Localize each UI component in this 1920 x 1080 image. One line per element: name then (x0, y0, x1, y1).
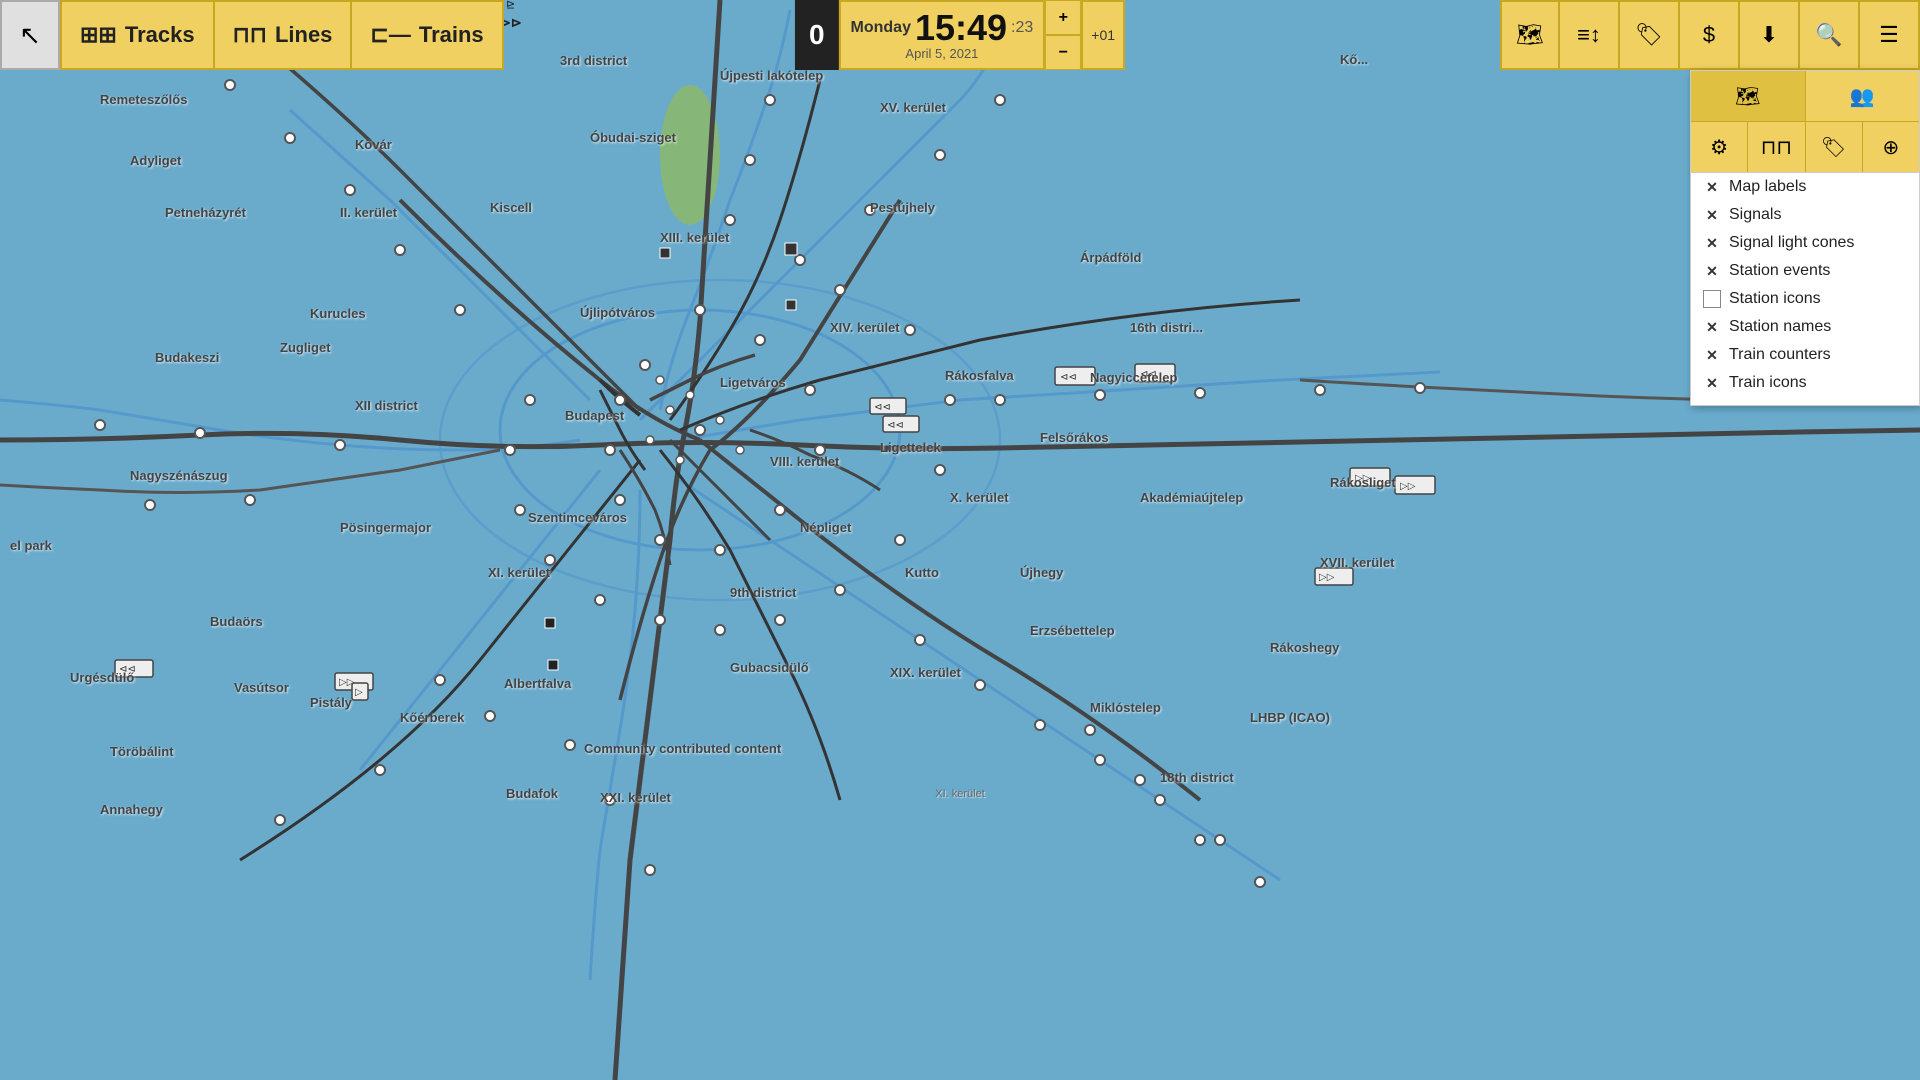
lines-label: Lines (275, 22, 332, 48)
panel-item-0[interactable]: Map labels (1691, 173, 1919, 201)
panel-signal-button[interactable]: ⚙ (1691, 122, 1748, 172)
panel-item-label-0: Map labels (1729, 178, 1806, 196)
panel-item-label-1: Signals (1729, 206, 1781, 224)
cursor-button[interactable]: ↖ (0, 0, 60, 70)
speed-value: 0 (809, 19, 825, 51)
trains-button[interactable]: ⊏— Trains (352, 0, 503, 70)
panel-people-icon: 👥 (1850, 84, 1875, 109)
speed-modifier: +01 (1081, 0, 1125, 70)
map-view-button[interactable]: 🗺 (1500, 0, 1560, 70)
speed-mod-value: +01 (1091, 27, 1115, 43)
search-button[interactable]: 🔍 (1800, 0, 1860, 70)
panel-people-button[interactable]: 👥 (1806, 71, 1920, 121)
sort-icon: ≡↕ (1577, 22, 1601, 48)
dropdown-panel: 🗺 👥 ⚙ ⊓⊓ 🏷 ⊕ Map labels Signals Signal lig… (1690, 70, 1920, 406)
panel-train-icon2: ⊓⊓ (1761, 135, 1792, 160)
map-container[interactable]: ⊲⊲ ⊲⊲ ⊲⊲ ⊲⊲ ▷▷ ▷▷ ⊲⊲ ▷▷ (0, 0, 1920, 1080)
panel-item-label-3: Station events (1729, 262, 1830, 280)
cursor-icon: ↖ (19, 20, 41, 51)
panel-item-label-2: Signal light cones (1729, 234, 1854, 252)
panel-item-4[interactable]: Station icons (1691, 285, 1919, 313)
time-display: 15:49 (915, 10, 1007, 46)
menu-icon: ☰ (1879, 22, 1899, 48)
panel-station-icon2: ⊕ (1882, 135, 1899, 160)
speed-indicator: 0 (795, 0, 839, 70)
panel-tag-icon: 🏷 (1821, 135, 1846, 160)
download-button[interactable]: ⬇ (1740, 0, 1800, 70)
panel-item-label-6: Train counters (1729, 346, 1831, 364)
lines-button[interactable]: ⊓⊓ Lines (215, 0, 353, 70)
finance-button[interactable]: $ (1680, 0, 1740, 70)
day-name: Monday (851, 19, 911, 37)
toolbar-left: ↖ ⊞⊞ Tracks ⊓⊓ Lines ⊏— Trains (0, 0, 504, 70)
panel-item-2[interactable]: Signal light cones (1691, 229, 1919, 257)
tracks-icon: ⊞⊞ (80, 22, 117, 48)
panel-item-1[interactable]: Signals (1691, 201, 1919, 229)
panel-item-label-4: Station icons (1729, 290, 1821, 308)
tracks-label: Tracks (125, 22, 195, 48)
clock-panel: 0 Monday 15:49 :23 April 5, 2021 + − +01 (795, 0, 1125, 70)
checkbox-3[interactable] (1703, 262, 1721, 280)
download-icon: ⬇ (1760, 22, 1778, 48)
panel-items: Map labels Signals Signal light cones Stati… (1691, 173, 1919, 397)
label-button[interactable]: 🏷 (1620, 0, 1680, 70)
map-view-icon: 🗺 (1516, 22, 1544, 48)
panel-tag-button[interactable]: 🏷 (1806, 122, 1863, 172)
right-toolbar: 🗺 ≡↕ 🏷 $ ⬇ 🔍 ☰ (1500, 0, 1920, 70)
panel-train-button2[interactable]: ⊓⊓ (1748, 122, 1805, 172)
tracks-button[interactable]: ⊞⊞ Tracks (60, 0, 215, 70)
date-string: April 5, 2021 (905, 46, 978, 61)
seconds-display: :23 (1011, 19, 1033, 37)
map-background (0, 0, 1920, 1080)
panel-map-icon: 🗺 (1735, 84, 1760, 109)
panel-second-icons: ⚙ ⊓⊓ 🏷 ⊕ (1691, 122, 1919, 173)
time-increase-button[interactable]: + (1045, 0, 1081, 35)
panel-item-label-7: Train icons (1729, 374, 1807, 392)
time-controls: + − (1045, 0, 1081, 70)
panel-item-7[interactable]: Train icons (1691, 369, 1919, 397)
checkbox-1[interactable] (1703, 206, 1721, 224)
checkbox-7[interactable] (1703, 374, 1721, 392)
checkbox-4[interactable] (1703, 290, 1721, 308)
checkbox-5[interactable] (1703, 318, 1721, 336)
lines-icon: ⊓⊓ (233, 22, 267, 48)
panel-item-label-5: Station names (1729, 318, 1831, 336)
sort-button[interactable]: ≡↕ (1560, 0, 1620, 70)
panel-item-3[interactable]: Station events (1691, 257, 1919, 285)
search-icon: 🔍 (1815, 22, 1842, 48)
panel-item-5[interactable]: Station names (1691, 313, 1919, 341)
checkbox-6[interactable] (1703, 346, 1721, 364)
trains-icon: ⊏— (370, 22, 410, 48)
panel-station-button[interactable]: ⊕ (1863, 122, 1919, 172)
checkbox-0[interactable] (1703, 178, 1721, 196)
panel-top-icons: 🗺 👥 (1691, 71, 1919, 122)
panel-map-button[interactable]: 🗺 (1691, 71, 1806, 121)
trains-label: Trains (419, 22, 484, 48)
date-time-block[interactable]: Monday 15:49 :23 April 5, 2021 (839, 0, 1046, 70)
time-decrease-button[interactable]: − (1045, 35, 1081, 70)
finance-icon: $ (1703, 22, 1715, 48)
checkbox-2[interactable] (1703, 234, 1721, 252)
menu-button[interactable]: ☰ (1860, 0, 1920, 70)
panel-signal-icon: ⚙ (1710, 135, 1728, 160)
panel-item-6[interactable]: Train counters (1691, 341, 1919, 369)
label-icon: 🏷 (1635, 22, 1663, 48)
